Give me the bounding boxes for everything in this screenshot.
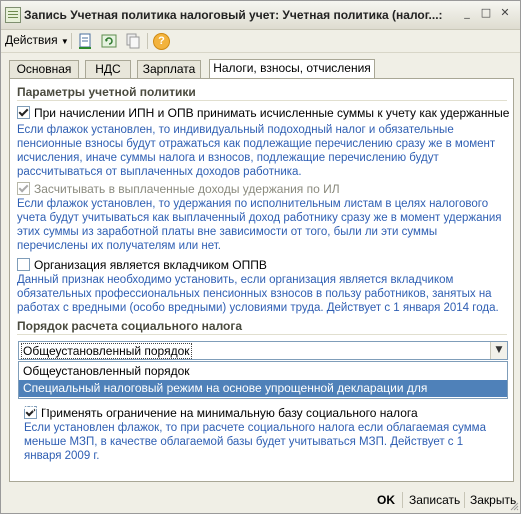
close-icon[interactable]: ✕ [498, 6, 512, 20]
section-title-social: Порядок расчета социального налога [17, 319, 243, 333]
dropdown-option[interactable]: Общеустановленный порядок [19, 363, 507, 380]
oppv-checkbox-row[interactable]: Организация является вкладчиком ОППВ [17, 258, 267, 272]
refresh-icon[interactable] [101, 33, 117, 49]
hint-line: этих суммы из заработной платы вне завис… [17, 226, 438, 238]
dropdown-arrow-icon[interactable]: ▼ [490, 342, 507, 359]
window-title: Запись Учетная политика налоговый учет: … [24, 8, 443, 22]
section-divider [17, 100, 507, 101]
save-button[interactable]: Записать [409, 493, 460, 507]
actions-menu-label: Действия [5, 33, 58, 47]
resize-grip-icon[interactable] [509, 501, 519, 511]
post-document-icon[interactable] [77, 33, 93, 49]
il-checkbox-label: Засчитывать в выплаченные доходы удержан… [34, 182, 340, 196]
ipn-checkbox-label: При начислении ИПН и ОПВ принимать исчис… [34, 106, 510, 120]
toolbar-separator [71, 33, 72, 49]
toolbar-separator [147, 33, 148, 49]
footer-separator [464, 492, 465, 508]
copy-icon[interactable] [125, 33, 141, 49]
ipn-hint: Если флажок установлен, то индивидуальны… [17, 123, 509, 179]
il-hint: Если флажок установлен, то удержания по … [17, 197, 509, 253]
social-tax-order-value: Общеустановленный порядок [21, 343, 192, 359]
tab-panel-taxes: Параметры учетной политики При начислени… [9, 78, 514, 482]
min-base-hint: Если установлен флажок, то при расчете с… [24, 421, 508, 463]
ok-button[interactable]: OK [377, 493, 395, 507]
hint-line: пенсионные взносы будут отражаться как п… [17, 138, 496, 150]
oppv-checkbox-label: Организация является вкладчиком ОППВ [34, 258, 267, 272]
tab-main[interactable]: Основная [9, 60, 79, 78]
hint-line: меньше МЗП, в качестве облагаемой базы б… [24, 436, 464, 448]
dropdown-option-selected[interactable]: Специальный налоговый режим на основе уп… [19, 380, 507, 412]
hint-line: работах с вредными (особо вредными) усло… [17, 302, 499, 314]
minimize-icon[interactable]: _ [460, 6, 474, 20]
section-title-policy: Параметры учетной политики [17, 85, 196, 99]
dialog-footer: OK Записать Закрыть [1, 488, 520, 512]
form-icon [5, 7, 21, 23]
hint-line: января 2009 г. [24, 450, 100, 462]
ipn-checkbox-row[interactable]: При начислении ИПН и ОПВ принимать исчис… [17, 106, 509, 120]
footer-separator [402, 492, 403, 508]
maximize-icon[interactable]: □ [479, 6, 493, 20]
hint-line: перечислены их получателям или нет. [17, 240, 221, 252]
section-divider [17, 334, 507, 335]
hint-line: Данный признак необходимо установить, ес… [17, 274, 454, 286]
hint-line: Если установлен флажок, то при расчете с… [24, 422, 486, 434]
toolbar: Действия ▼ ? [1, 30, 520, 53]
help-icon[interactable]: ? [153, 33, 170, 50]
social-tax-order-dropdown: Общеустановленный порядок Специальный на… [18, 361, 508, 412]
dialog-window: Запись Учетная политика налоговый учет: … [0, 0, 521, 514]
title-bar[interactable]: Запись Учетная политика налоговый учет: … [1, 1, 520, 30]
hint-line: исчисления, иначе суммы налога и взносов… [17, 152, 439, 164]
actions-menu[interactable]: Действия ▼ [5, 33, 69, 47]
hint-line: Если флажок установлен, то удержания по … [17, 198, 489, 210]
social-tax-order-select[interactable]: Общеустановленный порядок ▼ [18, 341, 508, 360]
hint-line: Если флажок установлен, то индивидуальны… [17, 124, 454, 136]
il-checkbox-row: Засчитывать в выплаченные доходы удержан… [17, 182, 340, 196]
ipn-checkbox[interactable] [17, 106, 30, 119]
oppv-hint: Данный признак необходимо установить, ес… [17, 273, 509, 315]
hint-line: рассчитываться от выплаченных доходов ра… [17, 166, 302, 178]
tab-taxes[interactable]: Налоги, взносы, отчисления [209, 59, 375, 78]
il-checkbox [17, 182, 30, 195]
oppv-checkbox[interactable] [17, 258, 30, 271]
chevron-down-icon: ▼ [60, 37, 69, 46]
tab-salary[interactable]: Зарплата [137, 60, 201, 78]
hint-line: учета будут учитываться как выплаченный … [17, 212, 502, 224]
hint-line: обязательных профессиональных пенсионных… [17, 288, 492, 300]
tab-vat[interactable]: НДС [85, 60, 131, 78]
